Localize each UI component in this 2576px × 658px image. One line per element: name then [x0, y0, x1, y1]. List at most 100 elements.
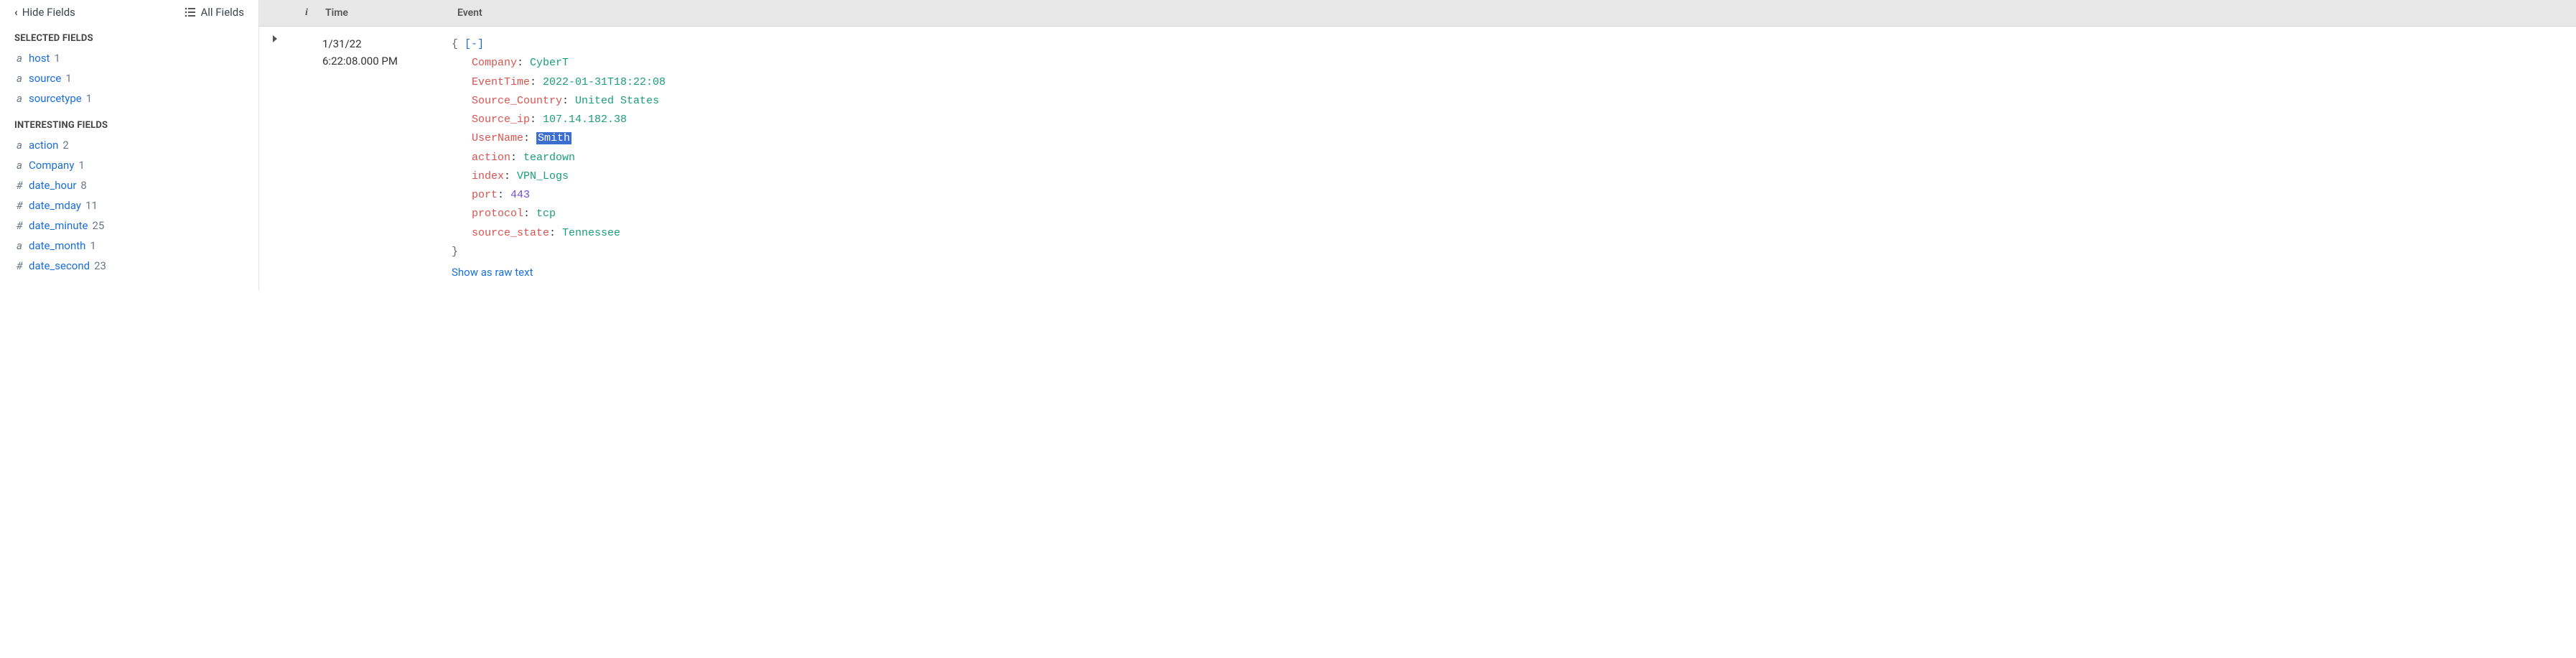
field-count: 1	[90, 237, 95, 254]
field-name: host	[29, 50, 50, 67]
field-row[interactable]: asource1	[14, 68, 244, 88]
field-name: sourcetype	[29, 90, 82, 107]
field-row[interactable]: # date_mday11	[14, 195, 244, 216]
json-value[interactable]: 107.14.182.38	[543, 113, 627, 126]
show-raw-text-link[interactable]: Show as raw text	[452, 263, 2576, 282]
field-count: 2	[62, 136, 68, 154]
field-type-icon: a	[14, 157, 24, 174]
field-type-icon: #	[14, 177, 24, 194]
field-name: date_second	[29, 257, 90, 274]
json-kv: index: VPN_Logs	[452, 167, 2576, 186]
json-kv: protocol: tcp	[452, 205, 2576, 223]
field-row[interactable]: # date_hour8	[14, 175, 244, 195]
hide-fields-label: Hide Fields	[22, 6, 75, 19]
header-time[interactable]: Time	[322, 7, 454, 19]
field-type-icon: #	[14, 217, 24, 234]
field-row[interactable]: # date_minute25	[14, 216, 244, 236]
json-close-brace: }	[452, 243, 2576, 261]
json-kv: Company: CyberT	[452, 54, 2576, 73]
chevron-right-icon	[271, 35, 279, 42]
json-value[interactable]: Smith	[536, 132, 571, 144]
field-count: 1	[65, 70, 71, 87]
hide-fields-button[interactable]: ‹ Hide Fields	[14, 6, 75, 19]
json-value[interactable]: United States	[575, 95, 659, 107]
json-value[interactable]: teardown	[523, 152, 575, 164]
field-row[interactable]: ahost1	[14, 48, 244, 68]
list-icon	[185, 6, 196, 18]
json-pairs: Company: CyberTEventTime: 2022-01-31T18:…	[452, 54, 2576, 243]
selected-fields-title: SELECTED FIELDS	[14, 33, 244, 44]
json-key[interactable]: index	[472, 170, 504, 182]
json-value[interactable]: VPN_Logs	[517, 170, 569, 182]
field-count: 11	[85, 197, 98, 214]
interesting-fields-list: aaction2aCompany1#date_hour8#date_mday11…	[14, 135, 244, 276]
field-name: source	[29, 70, 61, 87]
field-name: date_mday	[29, 197, 81, 214]
field-row[interactable]: aaction2	[14, 135, 244, 155]
field-type-icon: #	[14, 257, 24, 274]
field-type-icon: a	[14, 136, 24, 154]
json-key[interactable]: action	[472, 152, 510, 164]
event-time: 6:22:08.000 PM	[322, 52, 452, 70]
field-row[interactable]: a sourcetype1	[14, 88, 244, 108]
app-root: ‹ Hide Fields All Fields SELECTED FIELDS…	[0, 0, 2576, 290]
field-type-icon: a	[14, 70, 24, 87]
field-name: date_minute	[29, 217, 88, 234]
json-key[interactable]: protocol	[472, 208, 523, 220]
selected-fields-list: ahost1asource1asourcetype1	[14, 48, 244, 108]
field-name: Company	[29, 157, 74, 174]
field-name: date_hour	[29, 177, 76, 194]
header-event[interactable]: Event	[454, 7, 2576, 19]
json-collapse-toggle[interactable]: [-]	[465, 38, 484, 50]
all-fields-button[interactable]: All Fields	[185, 6, 244, 19]
event-date: 1/31/22	[322, 35, 452, 52]
field-type-icon: a	[14, 50, 24, 67]
json-key[interactable]: UserName	[472, 132, 523, 144]
json-value[interactable]: 2022-01-31T18:22:08	[543, 76, 666, 88]
json-kv: EventTime: 2022-01-31T18:22:08	[452, 73, 2576, 92]
field-name: date_month	[29, 237, 85, 254]
json-kv: action: teardown	[452, 149, 2576, 167]
json-key[interactable]: port	[472, 189, 498, 201]
field-type-icon: a	[14, 90, 24, 107]
json-key[interactable]: EventTime	[472, 76, 530, 88]
field-count: 8	[80, 177, 86, 194]
event-time-cell: 1/31/22 6:22:08.000 PM	[322, 35, 452, 70]
header-info-icon[interactable]: i	[291, 7, 322, 19]
json-value[interactable]: Tennessee	[562, 227, 620, 239]
field-count: 1	[86, 90, 92, 107]
json-key[interactable]: Company	[472, 57, 517, 69]
fields-sidebar: ‹ Hide Fields All Fields SELECTED FIELDS…	[0, 0, 258, 290]
json-kv: Source_ip: 107.14.182.38	[452, 111, 2576, 129]
events-panel: i Time Event 1/31/22 6:22:08.000 PM { [-…	[259, 0, 2576, 290]
expand-event-button[interactable]	[259, 35, 291, 42]
all-fields-label: All Fields	[200, 6, 244, 19]
events-table-header: i Time Event	[259, 0, 2576, 27]
field-type-icon: a	[14, 237, 24, 254]
field-count: 23	[94, 257, 106, 274]
json-value[interactable]: tcp	[536, 208, 556, 220]
interesting-fields-title: INTERESTING FIELDS	[14, 120, 244, 131]
json-kv: port: 443	[452, 186, 2576, 205]
field-type-icon: #	[14, 197, 24, 214]
field-row[interactable]: # date_second23	[14, 256, 244, 276]
json-key[interactable]: source_state	[472, 227, 549, 239]
json-value[interactable]: CyberT	[530, 57, 569, 69]
event-row: 1/31/22 6:22:08.000 PM { [-] Company: Cy…	[259, 27, 2576, 282]
field-count: 25	[92, 217, 104, 234]
chevron-left-icon: ‹	[14, 6, 18, 19]
json-kv: Source_Country: United States	[452, 92, 2576, 111]
field-name: action	[29, 136, 58, 154]
json-kv: source_state: Tennessee	[452, 224, 2576, 243]
json-open-brace: {	[452, 38, 458, 50]
event-json: { [-] Company: CyberTEventTime: 2022-01-…	[452, 35, 2576, 282]
field-row[interactable]: a date_month 1	[14, 236, 244, 256]
json-key[interactable]: Source_ip	[472, 113, 530, 126]
field-count: 1	[54, 50, 60, 67]
json-kv: UserName: Smith	[452, 129, 2576, 148]
json-value[interactable]: 443	[510, 189, 530, 201]
json-key[interactable]: Source_Country	[472, 95, 562, 107]
field-count: 1	[78, 157, 84, 174]
sidebar-top-row: ‹ Hide Fields All Fields	[14, 6, 244, 19]
field-row[interactable]: a Company1	[14, 155, 244, 175]
